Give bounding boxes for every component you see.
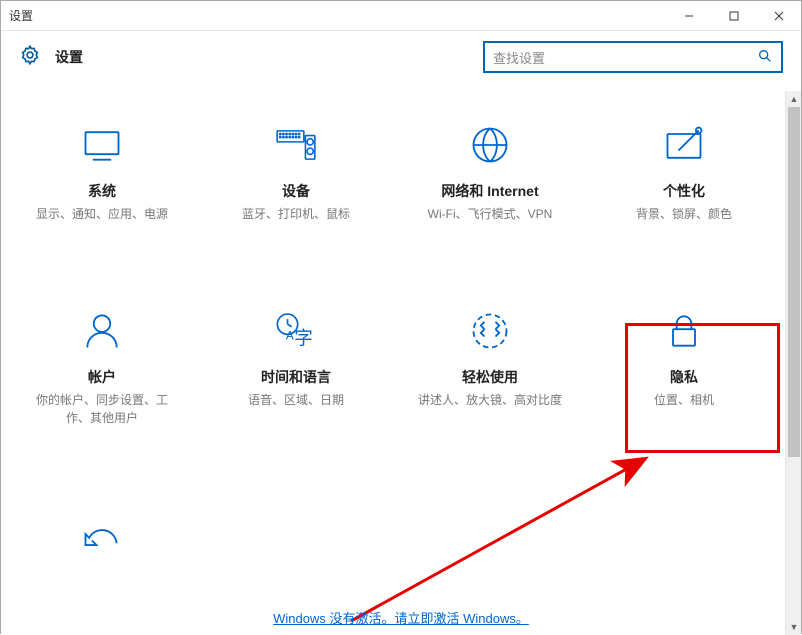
app-title: 设置 [55, 47, 473, 67]
lock-icon [662, 309, 706, 353]
tile-title: 系统 [88, 181, 116, 201]
svg-text:A: A [286, 328, 294, 342]
devices-icon [274, 123, 318, 167]
scroll-up-icon[interactable]: ▲ [786, 91, 801, 107]
tile-devices[interactable]: 设备 蓝牙、打印机、鼠标 [199, 119, 393, 227]
time-language-icon: 字 A [274, 309, 318, 353]
activation-notice: Windows 没有激活。请立即激活 Windows。 [1, 608, 801, 627]
search-placeholder: 查找设置 [493, 48, 545, 67]
display-icon [80, 123, 124, 167]
tile-subtitle: Wi-Fi、飞行模式、VPN [428, 205, 553, 223]
tile-personalization[interactable]: 个性化 背景、锁屏、颜色 [587, 119, 781, 227]
close-button[interactable] [756, 1, 801, 31]
globe-icon [468, 123, 512, 167]
tile-subtitle: 语音、区域、日期 [248, 391, 344, 409]
tile-subtitle: 背景、锁屏、颜色 [636, 205, 732, 223]
ease-icon [468, 309, 512, 353]
tile-accounts[interactable]: 帐户 你的帐户、同步设置、工作、其他用户 [5, 305, 199, 431]
tile-title: 轻松使用 [462, 367, 518, 387]
tile-title: 帐户 [88, 367, 116, 387]
window-controls [666, 1, 801, 31]
person-icon [80, 309, 124, 353]
scrollbar-thumb[interactable] [788, 107, 800, 457]
tile-subtitle: 讲述人、放大镜、高对比度 [418, 391, 562, 409]
header: 设置 查找设置 [1, 31, 801, 91]
tile-system[interactable]: 系统 显示、通知、应用、电源 [5, 119, 199, 227]
tile-subtitle: 显示、通知、应用、电源 [36, 205, 168, 223]
gear-icon [19, 44, 41, 71]
tile-title: 网络和 Internet [441, 181, 538, 201]
tile-subtitle: 蓝牙、打印机、鼠标 [242, 205, 350, 223]
scroll-down-icon[interactable]: ▼ [786, 619, 801, 635]
minimize-button[interactable] [666, 1, 711, 31]
settings-tiles: 系统 显示、通知、应用、电源 设备 蓝牙、打印机、鼠标 网络和 In [1, 119, 785, 575]
tile-network[interactable]: 网络和 Internet Wi-Fi、飞行模式、VPN [393, 119, 587, 227]
activation-link[interactable]: Windows 没有激活。请立即激活 Windows。 [273, 611, 529, 626]
tile-update[interactable] [5, 509, 199, 575]
scrollbar[interactable]: ▲ ▼ [785, 91, 801, 635]
undo-icon [80, 513, 124, 557]
tile-subtitle: 你的帐户、同步设置、工作、其他用户 [27, 391, 177, 427]
tile-time-language[interactable]: 字 A 时间和语言 语音、区域、日期 [199, 305, 393, 431]
tile-title: 个性化 [663, 181, 705, 201]
tile-title: 设备 [282, 181, 310, 201]
tile-privacy[interactable]: 隐私 位置、相机 [587, 305, 781, 431]
paint-icon [662, 123, 706, 167]
window-titlebar: 设置 [1, 1, 801, 31]
search-input[interactable]: 查找设置 [483, 41, 783, 73]
tile-ease-of-access[interactable]: 轻松使用 讲述人、放大镜、高对比度 [393, 305, 587, 431]
svg-text:字: 字 [294, 329, 313, 350]
maximize-button[interactable] [711, 1, 756, 31]
window-title: 设置 [9, 7, 666, 24]
search-icon [757, 48, 773, 67]
tile-title: 隐私 [670, 367, 698, 387]
tile-title: 时间和语言 [261, 367, 331, 387]
tile-subtitle: 位置、相机 [654, 391, 714, 409]
content-area: 系统 显示、通知、应用、电源 设备 蓝牙、打印机、鼠标 网络和 In [1, 91, 801, 635]
